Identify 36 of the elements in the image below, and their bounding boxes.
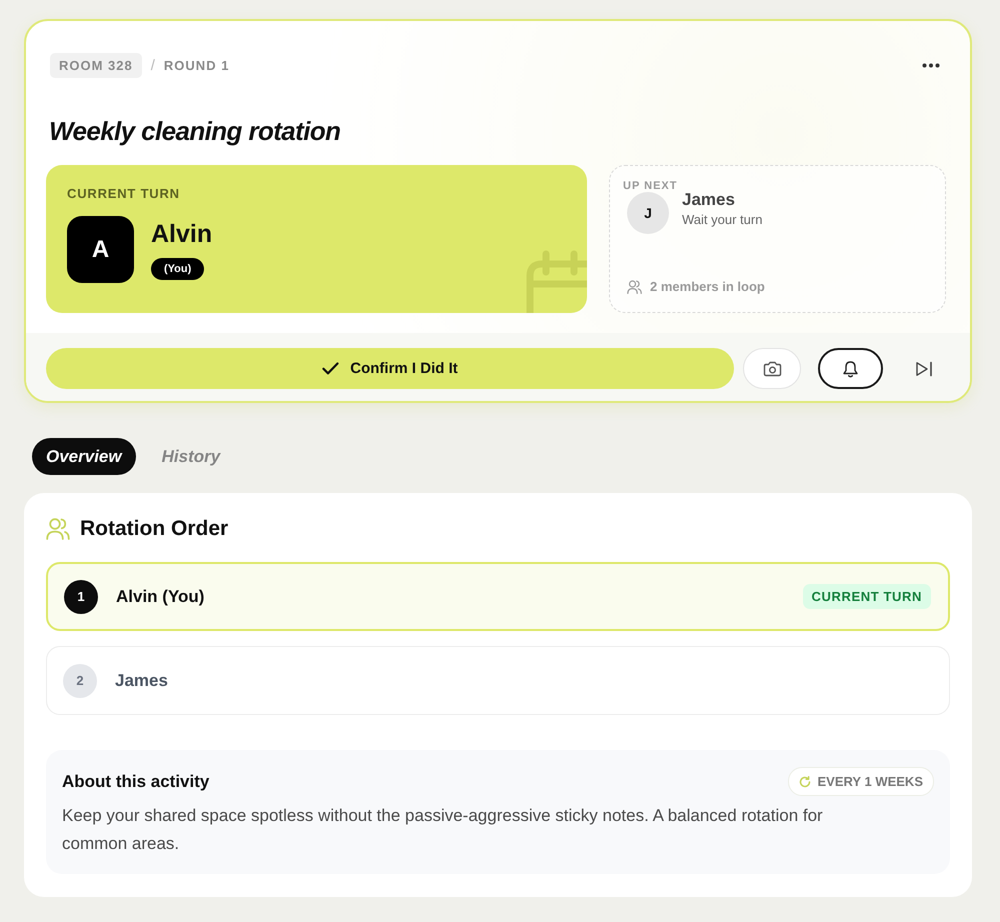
bell-button[interactable] (818, 348, 883, 389)
current-turn-badge: CURRENT TURN (802, 584, 931, 609)
about-heading: About this activity (62, 772, 210, 792)
people-icon (627, 280, 642, 294)
frequency-label: EVERY 1 WEEKS (818, 774, 923, 789)
refresh-icon (798, 776, 811, 788)
next-member-name: James (682, 189, 736, 210)
camera-button[interactable] (743, 348, 801, 389)
tab[interactable]: Overview (32, 438, 136, 475)
rotation-member-row[interactable]: 1 Alvin (You) CURRENT TURN (46, 562, 950, 631)
camera-icon (762, 360, 782, 376)
current-member-name: Alvin (151, 220, 212, 248)
member-name: Alvin (You) (116, 586, 204, 606)
skip-icon (915, 360, 933, 376)
rotation-member-row[interactable]: 2 James (46, 646, 950, 715)
up-next-label: UP NEXT (623, 180, 678, 192)
members-count: 2 members in loop (650, 279, 765, 294)
current-turn-label: CURRENT TURN (67, 186, 181, 202)
you-tag: (You) (151, 258, 204, 280)
member-name: James (115, 670, 168, 690)
activity-description: Keep your shared space spotless without the passive-aggressive sticky notes. A balanced rotation for common areas. (62, 805, 824, 855)
people-icon (46, 518, 70, 540)
round-label: ROUND 1 (164, 58, 230, 72)
breadcrumb-separator: / (150, 56, 155, 74)
activity-title: Weekly cleaning rotation (49, 115, 342, 147)
room-badge: ROOM 328 (50, 52, 142, 78)
wait-status: Wait your turn (682, 212, 762, 227)
bell-icon (842, 360, 859, 378)
avatar-initial: J (627, 192, 669, 234)
avatar-initial: A (67, 216, 134, 283)
calendar-icon (526, 250, 587, 313)
rotation-order-heading: Rotation Order (80, 517, 228, 541)
position-number: 2 (63, 664, 97, 698)
position-number: 1 (64, 580, 98, 614)
check-icon (322, 362, 340, 375)
confirm-button[interactable]: Confirm I Did It (46, 348, 734, 389)
